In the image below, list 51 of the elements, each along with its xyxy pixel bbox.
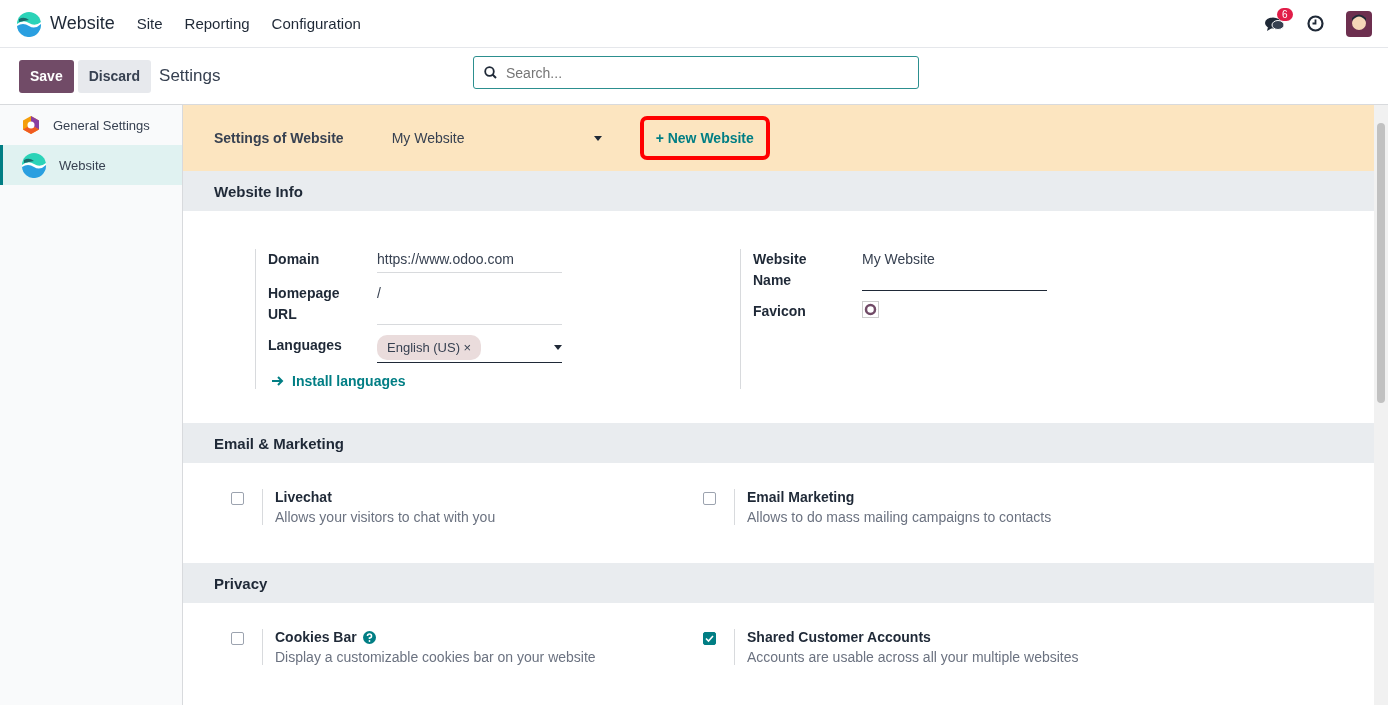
dropdown-caret-icon[interactable] [593,135,602,141]
scrollbar[interactable] [1374,105,1388,705]
field-label: Languages [268,336,343,355]
checkbox[interactable] [231,632,244,645]
app-logo-icon [16,10,42,37]
discard-button[interactable]: Discard [77,59,152,93]
language-tag: English (US) × [377,335,482,360]
field-label: Homepage URL [268,284,341,324]
website-select[interactable]: My Website [391,130,602,146]
user-avatar[interactable] [1346,10,1372,37]
install-languages-link[interactable]: Install languages [268,373,740,389]
section-header: Website Info [183,171,1374,211]
search-field[interactable]: Search... [473,56,919,89]
input-field[interactable]: My Website [862,249,1047,291]
menu-item[interactable]: Configuration [271,15,361,32]
setting-description: Display a customizable cookies bar on your website [275,649,596,665]
setting-title: Livechat [275,489,332,505]
help-icon[interactable] [362,630,376,644]
section-header: Email & Marketing [183,423,1374,463]
checkbox[interactable] [703,632,716,645]
field-label: Domain [268,250,321,269]
checkbox[interactable] [703,492,716,505]
menu-item[interactable]: Reporting [184,15,250,32]
website-settings-label: Settings of Website [214,130,344,146]
section-header: Privacy [183,563,1374,603]
menu-item[interactable]: Site [136,15,163,32]
website-logo-icon [21,152,47,178]
setting-title: Cookies Bar [275,629,357,645]
input-field[interactable]: / [377,283,562,325]
setting-title: Email Marketing [747,489,855,505]
favicon-image[interactable] [862,301,879,318]
checkbox[interactable] [231,492,244,505]
sidebar-item[interactable]: General Settings [0,105,182,145]
tags-field[interactable]: English (US) × [377,335,562,363]
setting-description: Allows your visitors to chat with you [275,509,496,525]
app-name[interactable]: Website [50,13,115,34]
clock-icon[interactable] [1307,15,1324,32]
notification-badge: 6 [1277,7,1293,21]
sidebar-item[interactable]: Website [0,145,182,185]
arrow-right-icon [272,376,284,386]
search-icon [484,66,497,79]
setting-description: Allows to do mass mailing campaigns to contacts [747,509,1052,525]
save-button[interactable]: Save [19,59,74,93]
setting-title: Shared Customer Accounts [747,629,931,645]
field-label: Favicon [753,302,807,321]
input-field[interactable]: https://www.odoo.com [377,249,562,273]
hexagon-logo-icon [21,115,41,135]
dropdown-caret-icon[interactable] [554,345,562,350]
setting-description: Accounts are usable across all your multiple websites [747,649,1079,665]
field-label: Website Name [753,250,808,290]
breadcrumb: Settings [159,66,221,86]
